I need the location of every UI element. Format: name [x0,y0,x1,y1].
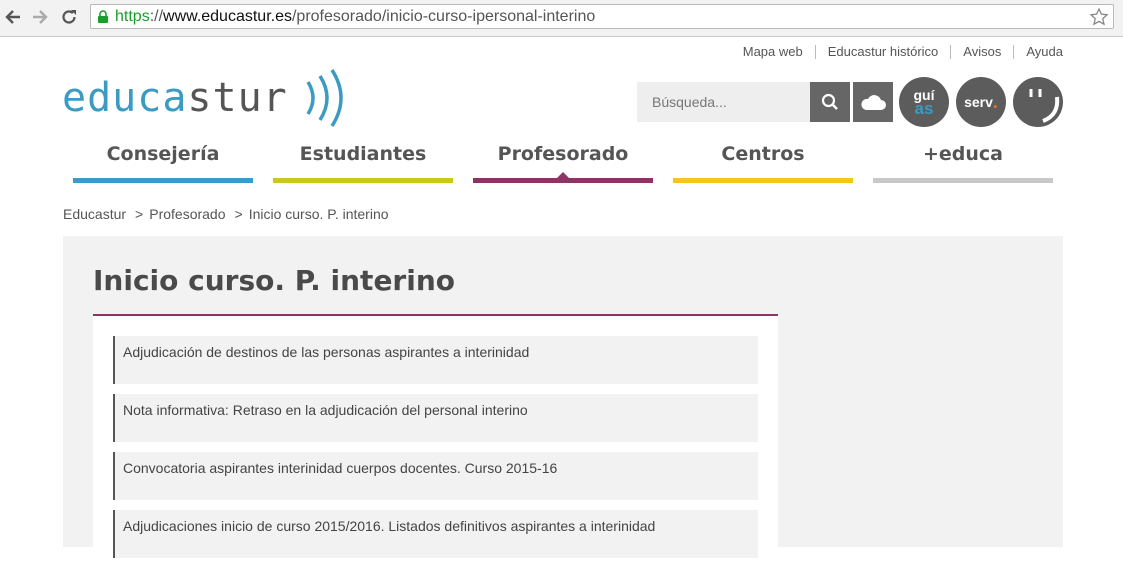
page-title: Inicio curso. P. interino [93,264,456,297]
logo-text-educa: educa [62,75,188,121]
nav-label: Estudiantes [299,143,427,165]
divider [950,44,952,59]
nav-item-estudiantes[interactable]: Estudiantes [273,140,453,184]
browser-toolbar: https://www.educastur.es/profesorado/ini… [0,0,1123,37]
breadcrumb-profesorado[interactable]: Profesorado [149,206,225,222]
list-item[interactable]: Convocatoria aspirantes interinidad cuer… [113,452,758,500]
search-input[interactable]: Búsqueda... [637,82,810,122]
breadcrumb-separator: > [234,206,243,222]
breadcrumb: Educastur > Profesorado > Inicio curso. … [63,206,389,222]
toplink-educastur-historico[interactable]: Educastur histórico [828,44,939,59]
breadcrumb-educastur[interactable]: Educastur [63,206,126,222]
list-item[interactable]: Nota informativa: Retraso en la adjudica… [113,394,758,442]
nav-item-centros[interactable]: Centros [673,140,853,184]
nav-item-educa[interactable]: +educa [873,140,1053,184]
address-bar[interactable]: https://www.educastur.es/profesorado/ini… [90,4,1114,29]
article-list: Adjudicación de destinos de las personas… [113,336,758,568]
url-scheme: https [115,8,150,25]
nav-item-consejeria[interactable]: Consejería [73,140,253,184]
back-button[interactable] [2,6,24,28]
logo-waves-icon [306,69,343,127]
smiley-icon [1029,89,1060,123]
nav-label: Consejería [106,143,220,165]
nav-label: Profesorado [497,143,629,165]
top-links: Mapa web Educastur histórico Avisos Ayud… [743,44,1063,59]
reload-icon [62,10,76,24]
serv-label: serv [964,94,993,110]
cloud-button[interactable] [853,82,893,122]
forward-button[interactable] [29,6,51,28]
main-nav: Consejería Estudiantes Profesorado Centr… [73,140,1063,184]
toplink-mapa-web[interactable]: Mapa web [743,44,803,59]
serv-dot: . [992,91,998,112]
back-icon [5,10,20,24]
nav-underline [273,178,453,183]
toplink-avisos[interactable]: Avisos [963,44,1001,59]
divider [814,44,816,59]
reload-button[interactable] [58,6,80,28]
list-item[interactable]: Adjudicaciones inicio de curso 2015/2016… [113,510,758,558]
nav-label: +educa [922,143,1004,165]
breadcrumb-current: Inicio curso. P. interino [248,206,389,222]
serv-button[interactable]: serv. [956,77,1006,127]
guias-label-line2: as [914,99,934,118]
url-path: /profesorado/inicio-curso-ipersonal-inte… [291,8,596,25]
nav-underline [873,178,1053,183]
url-host: www.educastur.es [163,8,292,25]
url-separator: :// [149,8,164,25]
forward-icon [33,10,48,24]
search-icon [821,93,838,110]
nav-underline [73,178,253,183]
divider [1013,44,1015,59]
lock-icon [98,10,108,23]
url-text: https://www.educastur.es/profesorado/ini… [115,8,595,26]
content-area: Inicio curso. P. interino Adjudicación d… [63,236,1063,558]
nav-label: Centros [721,143,805,165]
nav-underline [473,178,653,183]
nav-underline [673,178,853,183]
toplink-ayuda[interactable]: Ayuda [1026,44,1063,59]
guias-button[interactable]: guí as [899,77,949,127]
cloud-icon [861,95,886,110]
search-button[interactable] [810,82,850,122]
smiley-button[interactable] [1013,77,1063,127]
logo-text-stur: stur [187,75,288,121]
site-logo[interactable]: educastur [62,68,360,128]
nav-item-profesorado[interactable]: Profesorado [473,140,653,184]
list-item[interactable]: Adjudicación de destinos de las personas… [113,336,758,384]
star-icon[interactable] [1089,7,1109,27]
breadcrumb-separator: > [135,206,144,222]
logo-text: educastur [62,78,288,118]
